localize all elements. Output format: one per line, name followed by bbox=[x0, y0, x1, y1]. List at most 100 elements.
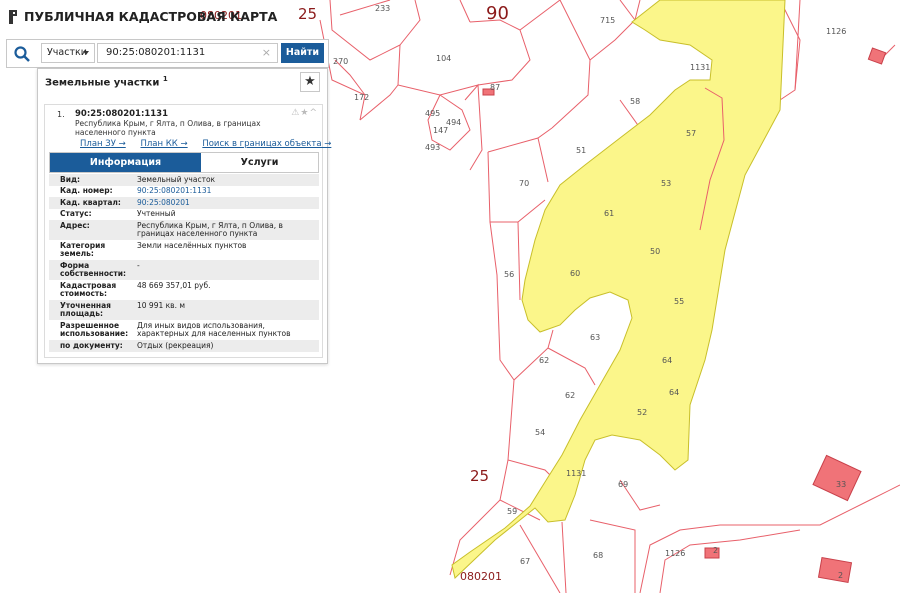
parcel-label: 715 bbox=[600, 16, 615, 25]
info-row: Статус: Учтенный bbox=[49, 209, 319, 221]
parcel-label: 68 bbox=[593, 551, 603, 560]
info-row: Категория земель: Земли населённых пункто… bbox=[49, 240, 319, 260]
info-row: Вид: Земельный участок bbox=[49, 174, 319, 186]
panel-title: Земельные участки 1 bbox=[45, 75, 168, 89]
tab-services[interactable]: Услуги bbox=[201, 153, 318, 172]
plan-zu-link[interactable]: План ЗУ → bbox=[80, 139, 126, 149]
quarter-number-label: 080201 bbox=[460, 570, 502, 583]
parcel-label: 62 bbox=[539, 356, 549, 365]
logo-icon bbox=[9, 9, 17, 24]
parcel-label: 2 bbox=[713, 546, 718, 555]
info-row: Разрешенное использование: Для иных видов… bbox=[49, 320, 319, 340]
cad-number-link[interactable]: 90:25:080201:1131 bbox=[137, 186, 319, 196]
result-address: Республика Крым, г Ялта, п Олива, в гран… bbox=[75, 119, 261, 137]
info-value: Учтенный bbox=[137, 209, 176, 218]
result-links: План ЗУ → План КК → Поиск в границах объ… bbox=[80, 139, 343, 149]
info-value: Республика Крым, г Ялта, п Олива, в гран… bbox=[137, 220, 283, 238]
app-title: ПУБЛИЧНАЯ КАДАСТРОВАЯ КАРТА bbox=[24, 9, 278, 24]
info-table: Вид: Земельный участок Кад. номер: 90:25:0… bbox=[49, 174, 319, 352]
parcel-label: 57 bbox=[686, 129, 696, 138]
info-row: по документу: Отдых (рекреация) bbox=[49, 340, 319, 352]
info-row: Адрес: Республика Крым, г Ялта, п Олива, … bbox=[49, 220, 319, 240]
parcel-label: 62 bbox=[565, 391, 575, 400]
building bbox=[812, 454, 862, 502]
parcel-label: 172 bbox=[354, 93, 369, 102]
quarter-big-label: 25 bbox=[298, 5, 317, 23]
object-type-label: Участки bbox=[47, 47, 87, 58]
parcel-label: 233 bbox=[375, 4, 390, 13]
parcel-label: 51 bbox=[576, 146, 586, 155]
info-row: Кад. номер: 90:25:080201:1131 bbox=[49, 186, 319, 198]
result-count: 1 bbox=[162, 75, 168, 83]
parcel-label: 52 bbox=[637, 408, 647, 417]
info-value: Для иных видов использования, характерны… bbox=[137, 320, 291, 338]
info-key: Вид: bbox=[60, 174, 81, 184]
results-panel: Земельные участки 1 ★ 1. 90:25:080201:11… bbox=[37, 68, 331, 364]
star-icon: ★ bbox=[304, 74, 316, 89]
tab-information[interactable]: Информация bbox=[50, 153, 201, 172]
parcel-label: 64 bbox=[669, 388, 679, 397]
info-tabs: Информация Услуги bbox=[49, 152, 319, 173]
parcel-label: 495 bbox=[425, 109, 440, 118]
info-value: 10 991 кв. м bbox=[137, 300, 186, 310]
info-row: Форма собственности: - bbox=[49, 260, 319, 280]
parcel-label: 64 bbox=[662, 356, 672, 365]
parcel-label: 56 bbox=[504, 270, 514, 279]
parcel-label: 1131 bbox=[566, 469, 586, 478]
favorites-button[interactable]: ★ bbox=[300, 72, 320, 92]
object-type-select[interactable]: Участки bbox=[41, 43, 95, 63]
search-input[interactable]: 90:25:080201:1131 × bbox=[97, 43, 278, 63]
parcel-label: 67 bbox=[520, 557, 530, 566]
building bbox=[867, 47, 887, 65]
parcel-label: 493 bbox=[425, 143, 440, 152]
parcel-label: 104 bbox=[436, 54, 451, 63]
info-value: - bbox=[137, 260, 140, 270]
info-key: Кадастровая стоимость: bbox=[60, 280, 117, 298]
parcel-label: 1126 bbox=[665, 549, 685, 558]
card-action-icons[interactable]: ⚠★^ bbox=[291, 108, 318, 118]
parcel-label: 270 bbox=[333, 57, 348, 66]
cad-quarter-link[interactable]: 90:25:080201 bbox=[137, 198, 319, 208]
parcel-label: 54 bbox=[535, 428, 545, 437]
parcel-label: 70 bbox=[519, 179, 529, 188]
parcel-label: 1126 bbox=[826, 27, 846, 36]
result-cad-number[interactable]: 90:25:080201:1131 bbox=[75, 109, 168, 119]
info-row: Кадастровая стоимость: 48 669 357,01 руб. bbox=[49, 280, 319, 300]
info-row: Кад. квартал: 90:25:080201 bbox=[49, 197, 319, 209]
parcel-label: 494 bbox=[446, 118, 461, 127]
info-key: по документу: bbox=[60, 340, 123, 350]
parcel-label: 63 bbox=[590, 333, 600, 342]
parcel-label: 59 bbox=[507, 507, 517, 516]
info-value: Земельный участок bbox=[137, 174, 216, 184]
plan-kk-link[interactable]: План КК → bbox=[140, 139, 187, 149]
parcel-label: 60 bbox=[570, 269, 580, 278]
parcel-label: 53 bbox=[661, 179, 671, 188]
app-header: ПУБЛИЧНАЯ КАДАСТРОВАЯ КАРТА bbox=[8, 9, 277, 24]
search-query: 90:25:080201:1131 bbox=[106, 47, 206, 58]
info-value: 48 669 357,01 руб. bbox=[137, 280, 211, 290]
info-key: Категория земель: bbox=[60, 240, 106, 258]
quarter-big-label: 90 bbox=[486, 3, 509, 24]
parcel-label: 1131 bbox=[690, 63, 710, 72]
search-bar: Участки 90:25:080201:1131 × Найти bbox=[6, 39, 329, 68]
info-value: Отдых (рекреация) bbox=[137, 340, 214, 350]
chevron-down-icon bbox=[83, 51, 89, 55]
info-key: Разрешенное использование: bbox=[60, 320, 129, 338]
parcel-label: 61 bbox=[604, 209, 614, 218]
result-index: 1. bbox=[57, 110, 65, 119]
info-key: Уточненная площадь: bbox=[60, 300, 111, 318]
warning-icon: ⚠ bbox=[291, 108, 301, 118]
building bbox=[817, 556, 853, 584]
collapse-icon: ^ bbox=[309, 108, 318, 118]
parcel-label: 55 bbox=[674, 297, 684, 306]
info-key: Кад. квартал: bbox=[60, 197, 121, 207]
parcel-label: 87 bbox=[490, 83, 500, 92]
info-row: Уточненная площадь: 10 991 кв. м bbox=[49, 300, 319, 320]
parcel-label: 33 bbox=[836, 480, 846, 489]
search-icon[interactable] bbox=[13, 45, 31, 63]
find-button[interactable]: Найти bbox=[281, 43, 324, 63]
search-in-bounds-link[interactable]: Поиск в границах объекта → bbox=[202, 139, 331, 149]
info-key: Статус: bbox=[60, 209, 92, 218]
clear-icon[interactable]: × bbox=[262, 44, 271, 62]
info-key: Кад. номер: bbox=[60, 186, 113, 195]
